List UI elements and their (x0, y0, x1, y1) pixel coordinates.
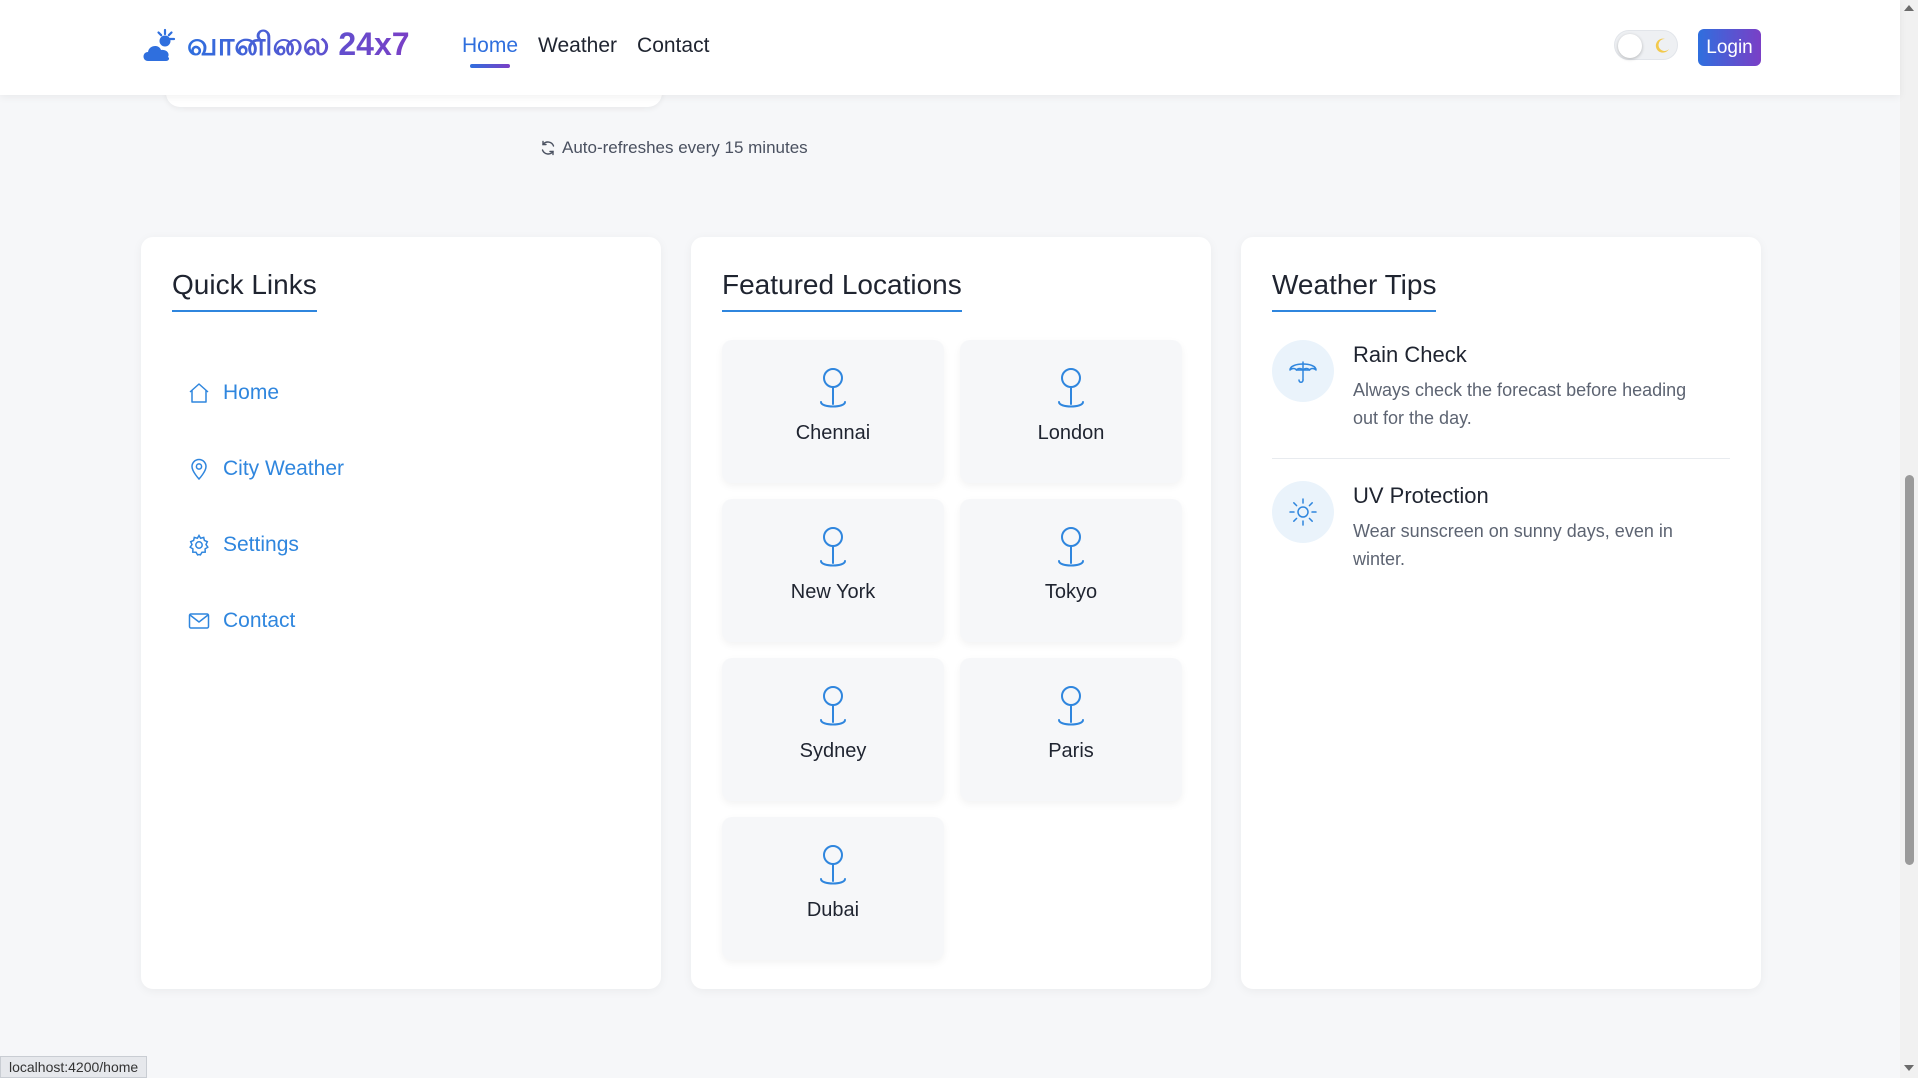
tip-body: UV Protection Wear sunscreen on sunny da… (1353, 481, 1713, 573)
tip-text: Wear sunscreen on sunny days, even in wi… (1353, 521, 1673, 569)
nav-contact[interactable]: Contact (637, 34, 709, 68)
location-tile-london[interactable]: London (960, 340, 1182, 483)
quick-link-home[interactable]: Home (187, 355, 344, 431)
location-name: Chennai (795, 422, 871, 444)
tip-icon-container (1272, 340, 1334, 402)
quick-links-card: Quick Links Home City Weather Settings C… (141, 237, 661, 989)
map-pin-icon (820, 368, 846, 408)
brand-name: வானிலை 24x7 (187, 26, 410, 67)
envelope-icon (188, 613, 210, 629)
cloud-sun-icon (143, 28, 176, 61)
auto-refresh-text: Auto-refreshes every 15 minutes (562, 138, 808, 157)
login-button[interactable]: Login (1698, 29, 1761, 66)
page-scrollbar[interactable] (1900, 0, 1918, 1078)
location-pin-icon (191, 458, 207, 481)
scroll-up-arrow-icon[interactable] (1904, 5, 1914, 11)
location-name: New York (790, 581, 876, 603)
location-name: Sydney (799, 740, 867, 762)
umbrella-icon (1289, 361, 1317, 383)
refresh-icon (541, 140, 555, 156)
location-tile-new-york[interactable]: New York (722, 499, 944, 642)
location-tile-chennai[interactable]: Chennai (722, 340, 944, 483)
map-pin-icon (1058, 368, 1084, 408)
quick-link-settings[interactable]: Settings (187, 507, 344, 583)
map-pin-icon (1058, 686, 1084, 726)
location-tile-paris[interactable]: Paris (960, 658, 1182, 801)
navbar: வானிலை 24x7 Home Weather Contact Login (0, 0, 1900, 95)
tip-title: UV Protection (1353, 483, 1489, 508)
location-name: London (1037, 422, 1105, 444)
scrollbar-thumb[interactable] (1905, 475, 1914, 865)
browser-status-bar: localhost:4200/home (0, 1056, 148, 1078)
location-name: Paris (1048, 740, 1094, 762)
tip-rain-check: Rain Check Always check the forecast bef… (1272, 340, 1730, 459)
location-tile-sydney[interactable]: Sydney (722, 658, 944, 801)
weather-tips-title: Weather Tips (1272, 269, 1437, 312)
tip-text: Always check the forecast before heading… (1353, 380, 1687, 428)
quick-link-city-weather[interactable]: City Weather (187, 431, 344, 507)
map-pin-icon (1058, 527, 1084, 567)
weather-tips-card: Weather Tips Rain Check Always check the… (1241, 237, 1761, 989)
theme-toggle[interactable] (1614, 30, 1678, 60)
location-name: Dubai (806, 899, 860, 921)
nav-weather[interactable]: Weather (538, 34, 617, 68)
locations-grid: Chennai London New York Tokyo Sydney Par… (722, 340, 1182, 960)
location-tile-tokyo[interactable]: Tokyo (960, 499, 1182, 642)
gear-icon (189, 534, 209, 556)
map-pin-icon (820, 686, 846, 726)
tip-uv-protection: UV Protection Wear sunscreen on sunny da… (1272, 481, 1730, 573)
featured-locations-title: Featured Locations (722, 269, 962, 312)
toggle-knob (1618, 34, 1642, 58)
quick-links-title: Quick Links (172, 269, 317, 312)
tip-title: Rain Check (1353, 342, 1467, 367)
quick-link-label: Home (223, 381, 280, 404)
location-name: Tokyo (1044, 581, 1098, 603)
quick-link-label: City Weather (223, 457, 344, 480)
map-pin-icon (820, 845, 846, 885)
tip-body: Rain Check Always check the forecast bef… (1353, 340, 1713, 432)
auto-refresh-note: Auto-refreshes every 15 minutes (540, 138, 808, 158)
main-nav: Home Weather Contact (462, 34, 709, 68)
location-tile-dubai[interactable]: Dubai (722, 817, 944, 960)
quick-links-list: Home City Weather Settings Contact (187, 355, 344, 659)
moon-icon (1655, 38, 1669, 53)
home-icon (189, 383, 209, 403)
scroll-down-arrow-icon[interactable] (1904, 1065, 1914, 1071)
tip-icon-container (1272, 481, 1334, 543)
sun-icon (1289, 498, 1317, 526)
map-pin-icon (820, 527, 846, 567)
quick-link-label: Settings (223, 533, 299, 556)
quick-link-contact[interactable]: Contact (187, 583, 344, 659)
brand-logo[interactable]: வானிலை 24x7 (139, 26, 410, 67)
featured-locations-card: Featured Locations Chennai London New Yo… (691, 237, 1211, 989)
quick-link-label: Contact (223, 609, 296, 632)
nav-home[interactable]: Home (462, 34, 518, 68)
